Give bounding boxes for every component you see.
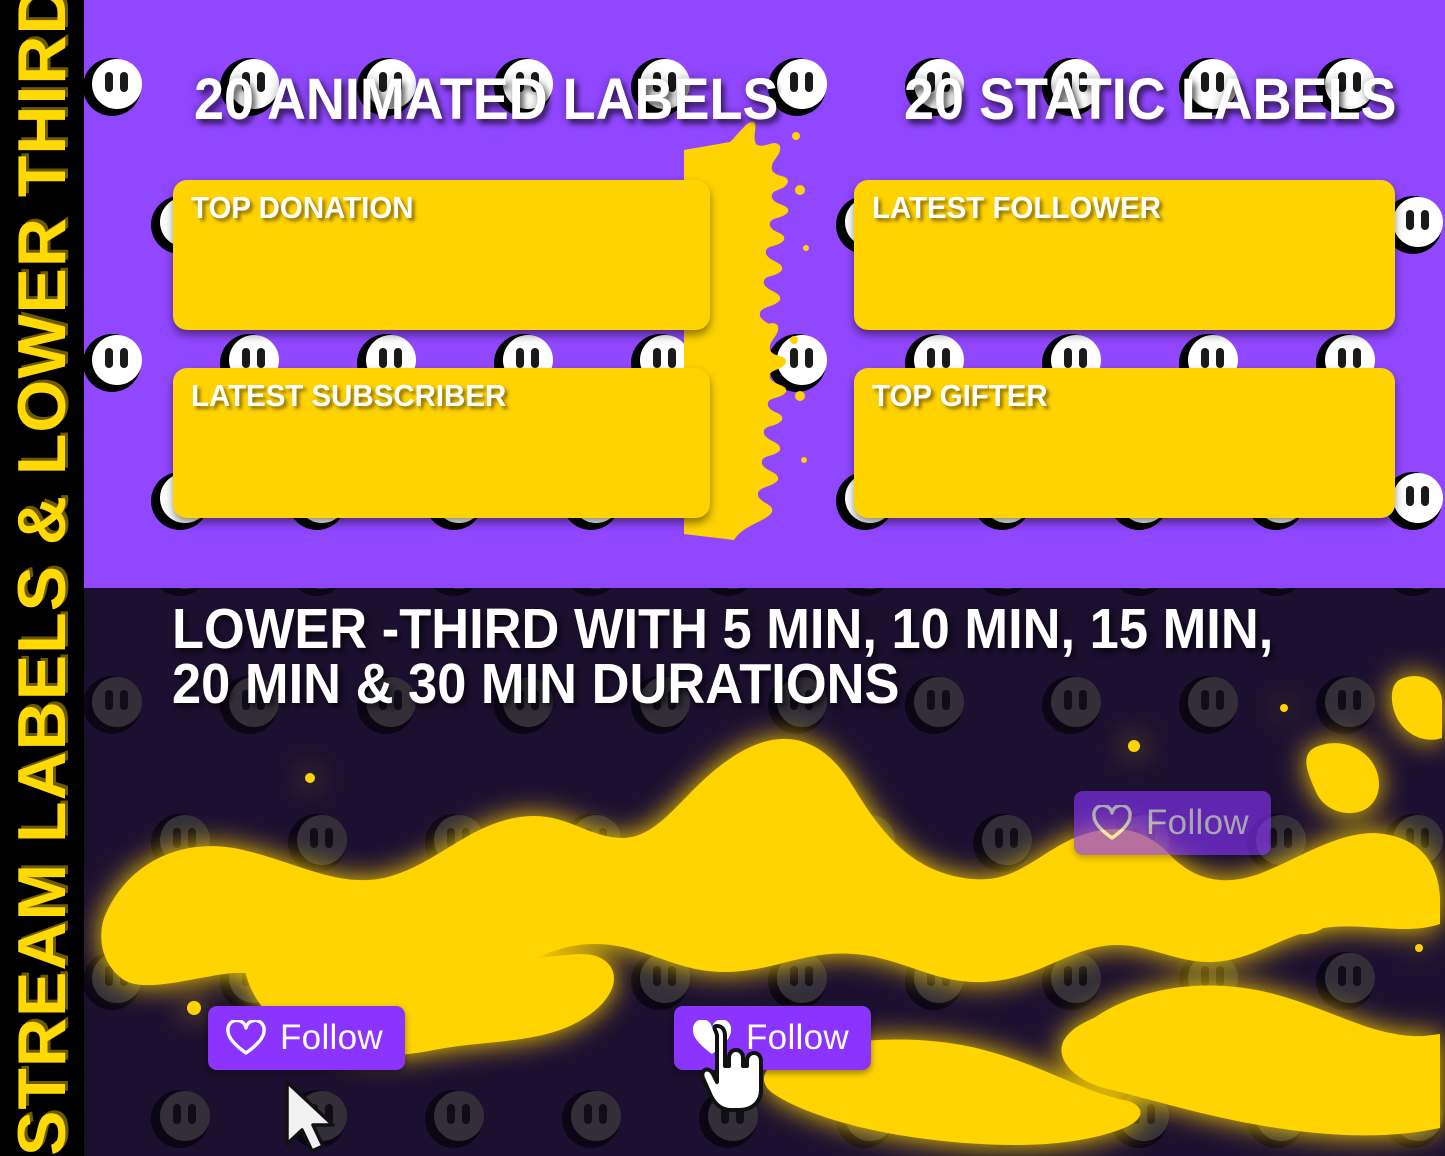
pause-face-icon — [356, 952, 416, 1010]
pause-face-icon — [493, 952, 553, 1010]
pause-face-icon — [836, 588, 895, 596]
pause-face-icon — [1247, 588, 1306, 596]
pause-face-icon — [699, 588, 758, 596]
lower-third-heading: LOWER -THIRD WITH 5 MIN, 10 MIN, 15 MIN,… — [172, 597, 1274, 716]
pause-face-icon — [699, 814, 758, 872]
pause-face-icon — [1384, 1090, 1443, 1148]
pause-face-icon — [767, 334, 827, 392]
pause-face-icon — [84, 334, 142, 392]
follow-button-label: Follow — [280, 1017, 383, 1057]
pause-face-icon — [219, 952, 279, 1010]
follow-button-label: Follow — [746, 1017, 849, 1057]
pause-face-icon — [1384, 814, 1443, 872]
pause-face-icon — [973, 588, 1032, 596]
follow-button-hover[interactable]: Follow — [674, 1006, 871, 1070]
pause-face-icon — [562, 814, 621, 872]
animated-and-static-labels-section: 20 ANIMATED LABELS 20 STATIC LABELS TOP … — [84, 0, 1445, 588]
lower-third-heading-line2: 20 MIN & 30 MIN DURATIONS — [172, 652, 900, 716]
pause-face-icon — [973, 814, 1032, 872]
label-card-top-gifter[interactable]: TOP GIFTER — [854, 368, 1395, 518]
pause-face-icon — [151, 814, 210, 872]
side-banner-title: STREAM LABELS & LOWER THIRD — [4, 0, 80, 1156]
pause-face-icon — [1110, 588, 1169, 596]
pause-face-icon — [151, 588, 210, 596]
heading-animated-labels: 20 ANIMATED LABELS — [194, 67, 779, 132]
pause-face-icon — [288, 1090, 347, 1148]
pause-face-icon — [1110, 1090, 1169, 1148]
follow-button-faded[interactable]: Follow — [1074, 791, 1271, 855]
preview-stage: STREAM LABELS & LOWER THIRD 20 ANIMATED … — [0, 0, 1445, 1156]
follow-button-default[interactable]: Follow — [208, 1006, 405, 1070]
pause-face-icon — [630, 952, 690, 1010]
pause-face-icon — [1041, 952, 1101, 1010]
pause-face-icon — [562, 1090, 621, 1148]
pause-face-icon — [836, 814, 895, 872]
pause-face-icon — [84, 676, 142, 734]
pause-face-icon — [699, 1090, 758, 1148]
lower-third-section: LOWER -THIRD WITH 5 MIN, 10 MIN, 15 MIN,… — [84, 588, 1445, 1156]
pause-face-icon — [836, 1090, 895, 1148]
side-banner: STREAM LABELS & LOWER THIRD — [0, 0, 84, 1156]
label-card-latest-follower[interactable]: LATEST FOLLOWER — [854, 180, 1395, 330]
heart-outline-icon — [1092, 805, 1132, 840]
pause-face-icon — [84, 58, 142, 116]
label-card-latest-subscriber[interactable]: LATEST SUBSCRIBER — [173, 368, 710, 518]
heart-filled-icon — [692, 1020, 732, 1054]
label-caption: LATEST FOLLOWER — [872, 190, 1162, 225]
lower-third-heading-line1: LOWER -THIRD WITH 5 MIN, 10 MIN, 15 MIN, — [172, 597, 1274, 661]
pause-face-icon — [288, 588, 347, 596]
label-caption: TOP DONATION — [191, 190, 414, 225]
label-card-top-donation[interactable]: TOP DONATION — [173, 180, 710, 330]
pause-face-icon — [562, 588, 621, 596]
heart-outline-icon — [226, 1020, 266, 1055]
pause-face-icon — [1384, 588, 1443, 596]
pause-face-icon — [1315, 952, 1375, 1010]
label-caption: TOP GIFTER — [872, 378, 1048, 413]
pause-face-icon — [151, 1090, 210, 1148]
pause-face-icon — [1315, 676, 1375, 734]
pause-face-icon — [288, 814, 347, 872]
heading-static-labels: 20 STATIC LABELS — [904, 67, 1397, 132]
label-caption: LATEST SUBSCRIBER — [191, 378, 507, 413]
pause-face-icon — [84, 952, 142, 1010]
pause-face-icon — [1247, 1090, 1306, 1148]
follow-button-label: Follow — [1146, 802, 1249, 842]
pause-face-icon — [904, 952, 964, 1010]
pause-face-icon — [973, 1090, 1032, 1148]
content-area: 20 ANIMATED LABELS 20 STATIC LABELS TOP … — [84, 0, 1445, 1156]
pause-face-icon — [1178, 952, 1238, 1010]
pause-face-icon — [425, 1090, 484, 1148]
pause-face-icon — [425, 588, 484, 596]
pause-face-icon — [767, 952, 827, 1010]
pause-face-icon — [425, 814, 484, 872]
